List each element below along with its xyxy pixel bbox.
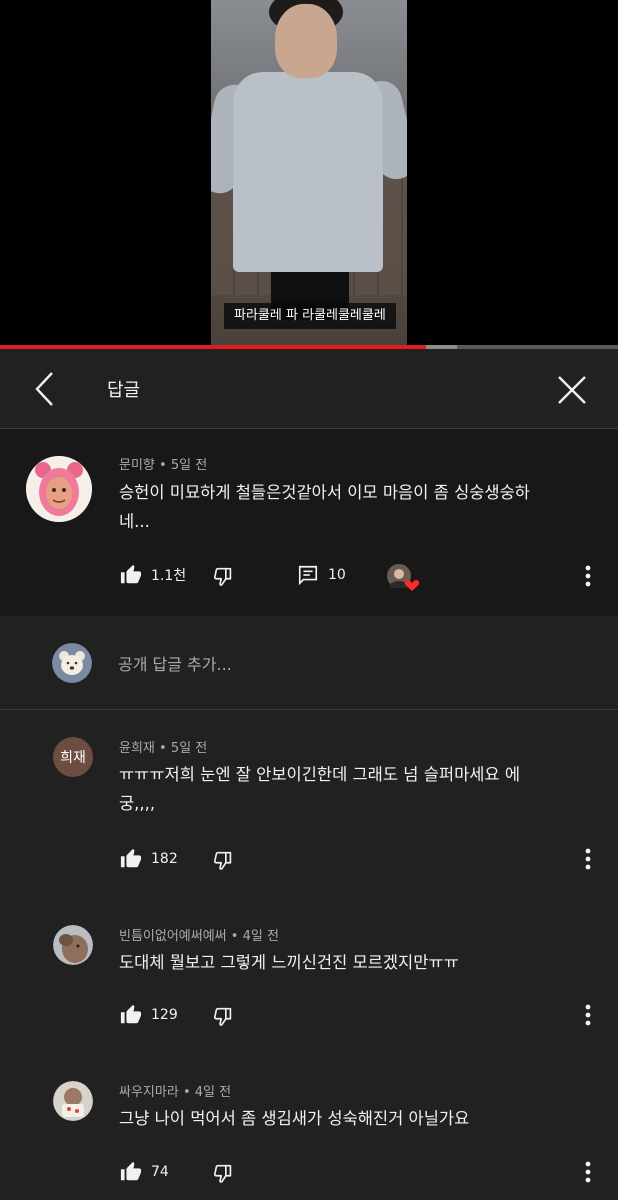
comment-icon bbox=[298, 565, 318, 586]
more-options-button[interactable] bbox=[577, 845, 599, 873]
dislike-button[interactable] bbox=[211, 847, 237, 873]
more-options-button[interactable] bbox=[577, 1001, 599, 1029]
close-button[interactable] bbox=[550, 368, 594, 412]
comment-text: 승헌이 미묘하게 철들은것같아서 이모 마음이 좀 싱숭생숭하 네... bbox=[119, 483, 530, 531]
header-title: 답글 bbox=[107, 380, 141, 401]
thumbs-up-icon bbox=[120, 848, 142, 868]
avatar-image bbox=[53, 925, 93, 965]
video-person-coat bbox=[233, 72, 383, 272]
creator-heart bbox=[385, 562, 421, 594]
comment-text: 그냥 나이 먹어서 좀 생김새가 성숙해진거 아닐가요 bbox=[119, 1109, 470, 1128]
avatar-initials: 희재 bbox=[60, 750, 86, 766]
video-played-bar bbox=[0, 345, 427, 349]
thumbs-up-icon bbox=[120, 1004, 142, 1024]
video-frame bbox=[211, 0, 407, 345]
avatar[interactable] bbox=[26, 456, 92, 522]
video-caption: 파라쿨레 파 라쿨레쿨레쿨레 bbox=[224, 303, 396, 329]
add-reply-box[interactable]: 공개 답글 추가... bbox=[0, 617, 618, 710]
dislike-button[interactable] bbox=[211, 1003, 237, 1029]
comment-meta: 문미향 • 5일 전 bbox=[119, 458, 208, 473]
thumbs-up-icon bbox=[120, 564, 142, 584]
avatar-image bbox=[26, 456, 92, 522]
parent-comment: 문미향 • 5일 전 승헌이 미묘하게 철들은것같아서 이모 마음이 좀 싱숭생… bbox=[0, 429, 618, 616]
comment-text: ㅠㅠㅠ저희 눈엔 잘 안보이긴한데 그래도 넘 슬퍼마세요 에 궁,,,, bbox=[119, 765, 521, 813]
close-icon bbox=[558, 376, 586, 404]
thumbs-down-icon bbox=[213, 567, 232, 586]
thumbs-up-icon bbox=[120, 1161, 142, 1181]
comment-text: 도대체 뭘보고 그렇게 느끼신건진 모르겠지만ㅠㅠ bbox=[119, 953, 459, 972]
video-person-head bbox=[275, 4, 337, 78]
avatar[interactable]: 희재 bbox=[53, 737, 93, 777]
more-vert-icon bbox=[585, 1161, 591, 1183]
thumbs-down-icon bbox=[213, 1164, 232, 1183]
comment-time: 4일 전 bbox=[242, 929, 279, 944]
avatar-image bbox=[53, 1081, 93, 1121]
like-button[interactable]: 129 bbox=[120, 1004, 178, 1026]
like-count: 182 bbox=[151, 851, 178, 867]
chevron-left-icon bbox=[35, 372, 53, 406]
replies-header: 답글 bbox=[0, 350, 618, 429]
more-vert-icon bbox=[585, 565, 591, 587]
like-count: 1.1천 bbox=[151, 568, 187, 584]
more-options-button[interactable] bbox=[577, 562, 599, 590]
avatar bbox=[52, 643, 92, 683]
like-button[interactable]: 74 bbox=[120, 1161, 169, 1183]
reply-count-button[interactable]: 10 bbox=[297, 564, 346, 586]
comment-author[interactable]: 빈틈이없어예써예써 bbox=[119, 929, 227, 944]
video-progress-bar[interactable] bbox=[0, 345, 618, 349]
like-count: 74 bbox=[151, 1164, 169, 1180]
comment-meta: 싸우지마라 • 4일 전 bbox=[119, 1085, 232, 1100]
comment-author[interactable]: 문미향 bbox=[119, 458, 155, 473]
like-button[interactable]: 1.1천 bbox=[120, 564, 186, 586]
comment-meta: 빈틈이없어예써예써 • 4일 전 bbox=[119, 929, 279, 944]
avatar[interactable] bbox=[53, 1081, 93, 1121]
comment-author[interactable]: 싸우지마라 bbox=[119, 1085, 179, 1100]
dislike-button[interactable] bbox=[211, 1160, 237, 1186]
avatar[interactable] bbox=[53, 925, 93, 965]
comment-meta: 윤희재 • 5일 전 bbox=[119, 741, 208, 756]
thumbs-down-icon bbox=[213, 851, 232, 870]
more-options-button[interactable] bbox=[577, 1158, 599, 1186]
video-player[interactable]: 파라쿨레 파 라쿨레쿨레쿨레 bbox=[0, 0, 618, 345]
dislike-button[interactable] bbox=[211, 563, 237, 589]
thumbs-down-icon bbox=[213, 1007, 232, 1026]
like-count: 129 bbox=[151, 1007, 178, 1023]
more-vert-icon bbox=[585, 848, 591, 870]
back-button[interactable] bbox=[24, 368, 66, 410]
reply-count: 10 bbox=[328, 567, 346, 583]
teddy-bear-avatar-image bbox=[52, 643, 92, 683]
comment-time: 4일 전 bbox=[194, 1085, 232, 1100]
creator-heart-icon bbox=[387, 564, 420, 591]
comment-time: 5일 전 bbox=[170, 458, 208, 473]
more-vert-icon bbox=[585, 1004, 591, 1026]
like-button[interactable]: 182 bbox=[120, 848, 178, 870]
comment-author[interactable]: 윤희재 bbox=[119, 741, 155, 756]
reply-input-placeholder[interactable]: 공개 답글 추가... bbox=[118, 651, 232, 675]
comment-time: 5일 전 bbox=[170, 741, 208, 756]
